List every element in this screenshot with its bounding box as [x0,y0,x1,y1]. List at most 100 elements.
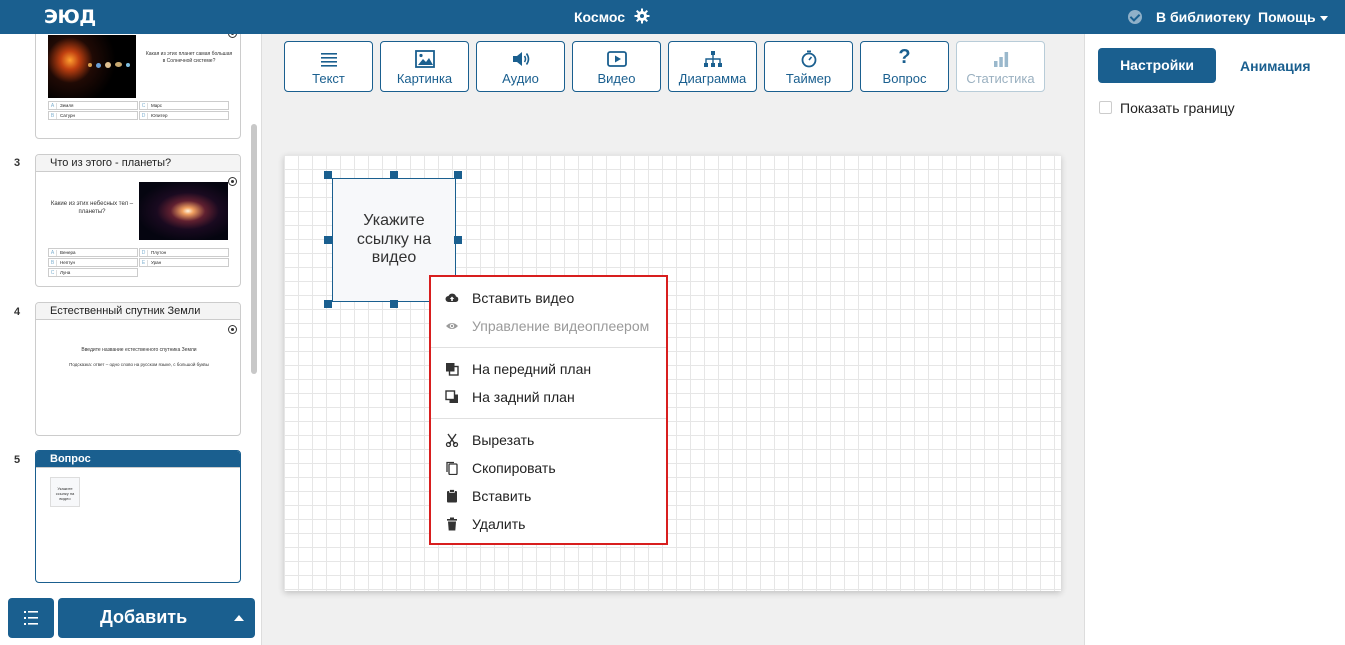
tool-video-button[interactable]: Видео [572,41,661,92]
show-border-label[interactable]: Показать границу [1120,100,1235,116]
slide-thumbnail[interactable]: Естественный спутник Земли Введите назва… [35,302,241,436]
tool-text-button[interactable]: Текст [284,41,373,92]
menu-separator [431,418,666,419]
menu-separator [431,347,666,348]
radio-mark-icon [228,34,237,38]
context-menu: Вставить видео Управление видеоплеером Н… [429,275,668,545]
tool-label: Аудио [502,71,539,86]
slide-title: Вопрос [36,451,240,468]
show-border-checkbox[interactable] [1099,101,1112,114]
bar-stats-icon [993,52,1008,67]
menu-bring-front[interactable]: На передний план [431,355,666,383]
top-bar: ЭЮД Космос В библиотеку Помощь [0,0,1345,34]
tab-settings[interactable]: Настройки [1098,48,1216,83]
galaxy-image [139,182,228,240]
slide-thumbnail-active[interactable]: Вопрос Укажите ссылку на видео [35,450,241,583]
tab-animation[interactable]: Анимация [1240,58,1311,74]
question-icon: ? [898,46,911,68]
slide-question-text: Какая из этих планет самая большая в Сол… [145,51,233,64]
answer-option: A Венера [48,248,138,257]
menu-label: На передний план [472,361,592,377]
send-back-icon [445,390,458,403]
slide-title: Что из этого - планеты? [36,155,240,172]
tool-label: Таймер [785,71,832,86]
help-menu[interactable]: Помощь [1258,9,1328,25]
menu-paste[interactable]: Вставить [431,482,666,510]
answer-option: C Марс [139,101,229,110]
document-title[interactable]: Космос [574,9,625,25]
menu-video-player-control[interactable]: Управление видеоплеером [431,312,666,340]
cloud-upload-icon [445,293,459,302]
add-label: Добавить [100,607,188,627]
resize-handle[interactable] [324,171,332,179]
scissors-icon [445,433,459,447]
library-link[interactable]: В библиотеку [1128,9,1251,25]
menu-label: Скопировать [472,460,556,476]
resize-handle[interactable] [390,300,398,308]
tool-label: Текст [312,71,345,86]
image-icon [414,50,435,68]
menu-send-back[interactable]: На задний план [431,383,666,411]
menu-label: Вставить [472,488,532,504]
menu-label: Вырезать [472,432,535,448]
slide-thumbnail[interactable]: Что из этого - планеты? Какие из этих не… [35,154,241,287]
check-circle-icon [1128,10,1142,24]
slide-number: 4 [14,306,21,318]
answer-option: A Земля [48,101,138,110]
slides-sidebar: Какая из этих планет самая большая в Сол… [0,34,262,645]
video-play-icon [606,51,627,67]
resize-handle[interactable] [324,300,332,308]
slide-question-text: Введите название естественного спутника … [81,347,197,353]
slide-thumbnail[interactable]: Какая из этих планет самая большая в Сол… [35,34,241,139]
radio-mark-icon [228,325,237,334]
help-label: Помощь [1258,9,1316,25]
answers-grid: A Земля C Марс B Сатурн D Юпитер [48,101,229,120]
resize-handle[interactable] [454,171,462,179]
stopwatch-icon [801,50,816,68]
tool-label: Диаграмма [678,71,747,86]
resize-handle[interactable] [390,171,398,179]
menu-cut[interactable]: Вырезать [431,426,666,454]
menu-label: Удалить [472,516,526,532]
caret-up-icon [234,615,244,621]
tool-diagram-button[interactable]: Диаграмма [668,41,757,92]
properties-panel: Настройки Анимация Показать границу [1084,34,1345,645]
sidebar-scrollbar[interactable] [251,124,257,374]
hierarchy-icon [703,51,722,67]
menu-insert-video[interactable]: Вставить видео [431,284,666,312]
clipboard-icon [447,489,457,503]
tool-label: Вопрос [882,71,927,86]
tool-question-button[interactable]: ? Вопрос [860,41,949,92]
video-placeholder-text: Укажите ссылку на видео [356,212,432,267]
gear-icon[interactable] [634,8,650,24]
eye-icon [446,323,458,329]
answer-option: D Юпитер [139,111,229,120]
slide-list-button[interactable] [8,598,54,638]
resize-handle[interactable] [454,236,462,244]
tool-image-button[interactable]: Картинка [380,41,469,92]
library-label: В библиотеку [1156,9,1251,25]
tool-label: Видео [597,71,636,86]
slide-number: 3 [14,157,21,169]
tool-timer-button[interactable]: Таймер [764,41,853,92]
menu-label: На задний план [472,389,575,405]
answer-option: E Уран [139,258,229,267]
bring-front-icon [446,363,459,376]
add-slide-button[interactable]: Добавить [58,598,255,638]
tool-audio-button[interactable]: Аудио [476,41,565,92]
answer-option: D Плутон [139,248,229,257]
menu-delete[interactable]: Удалить [431,510,666,538]
copy-icon [446,461,458,475]
resize-handle[interactable] [324,236,332,244]
slide-number: 5 [14,454,21,466]
radio-mark-icon [228,177,237,186]
app-logo[interactable]: ЭЮД [44,6,96,28]
tool-statistics-button[interactable]: Статистика [956,41,1045,92]
answer-option: C Луна [48,268,138,277]
speaker-icon [512,52,529,66]
menu-copy[interactable]: Скопировать [431,454,666,482]
tool-label: Картинка [396,71,453,86]
slide-hint-text: Подсказка: ответ – одно слово на русском… [69,362,209,367]
menu-label: Вставить видео [472,290,575,306]
slide-question-text: Какие из этих небесных тел – планеты? [50,201,134,215]
